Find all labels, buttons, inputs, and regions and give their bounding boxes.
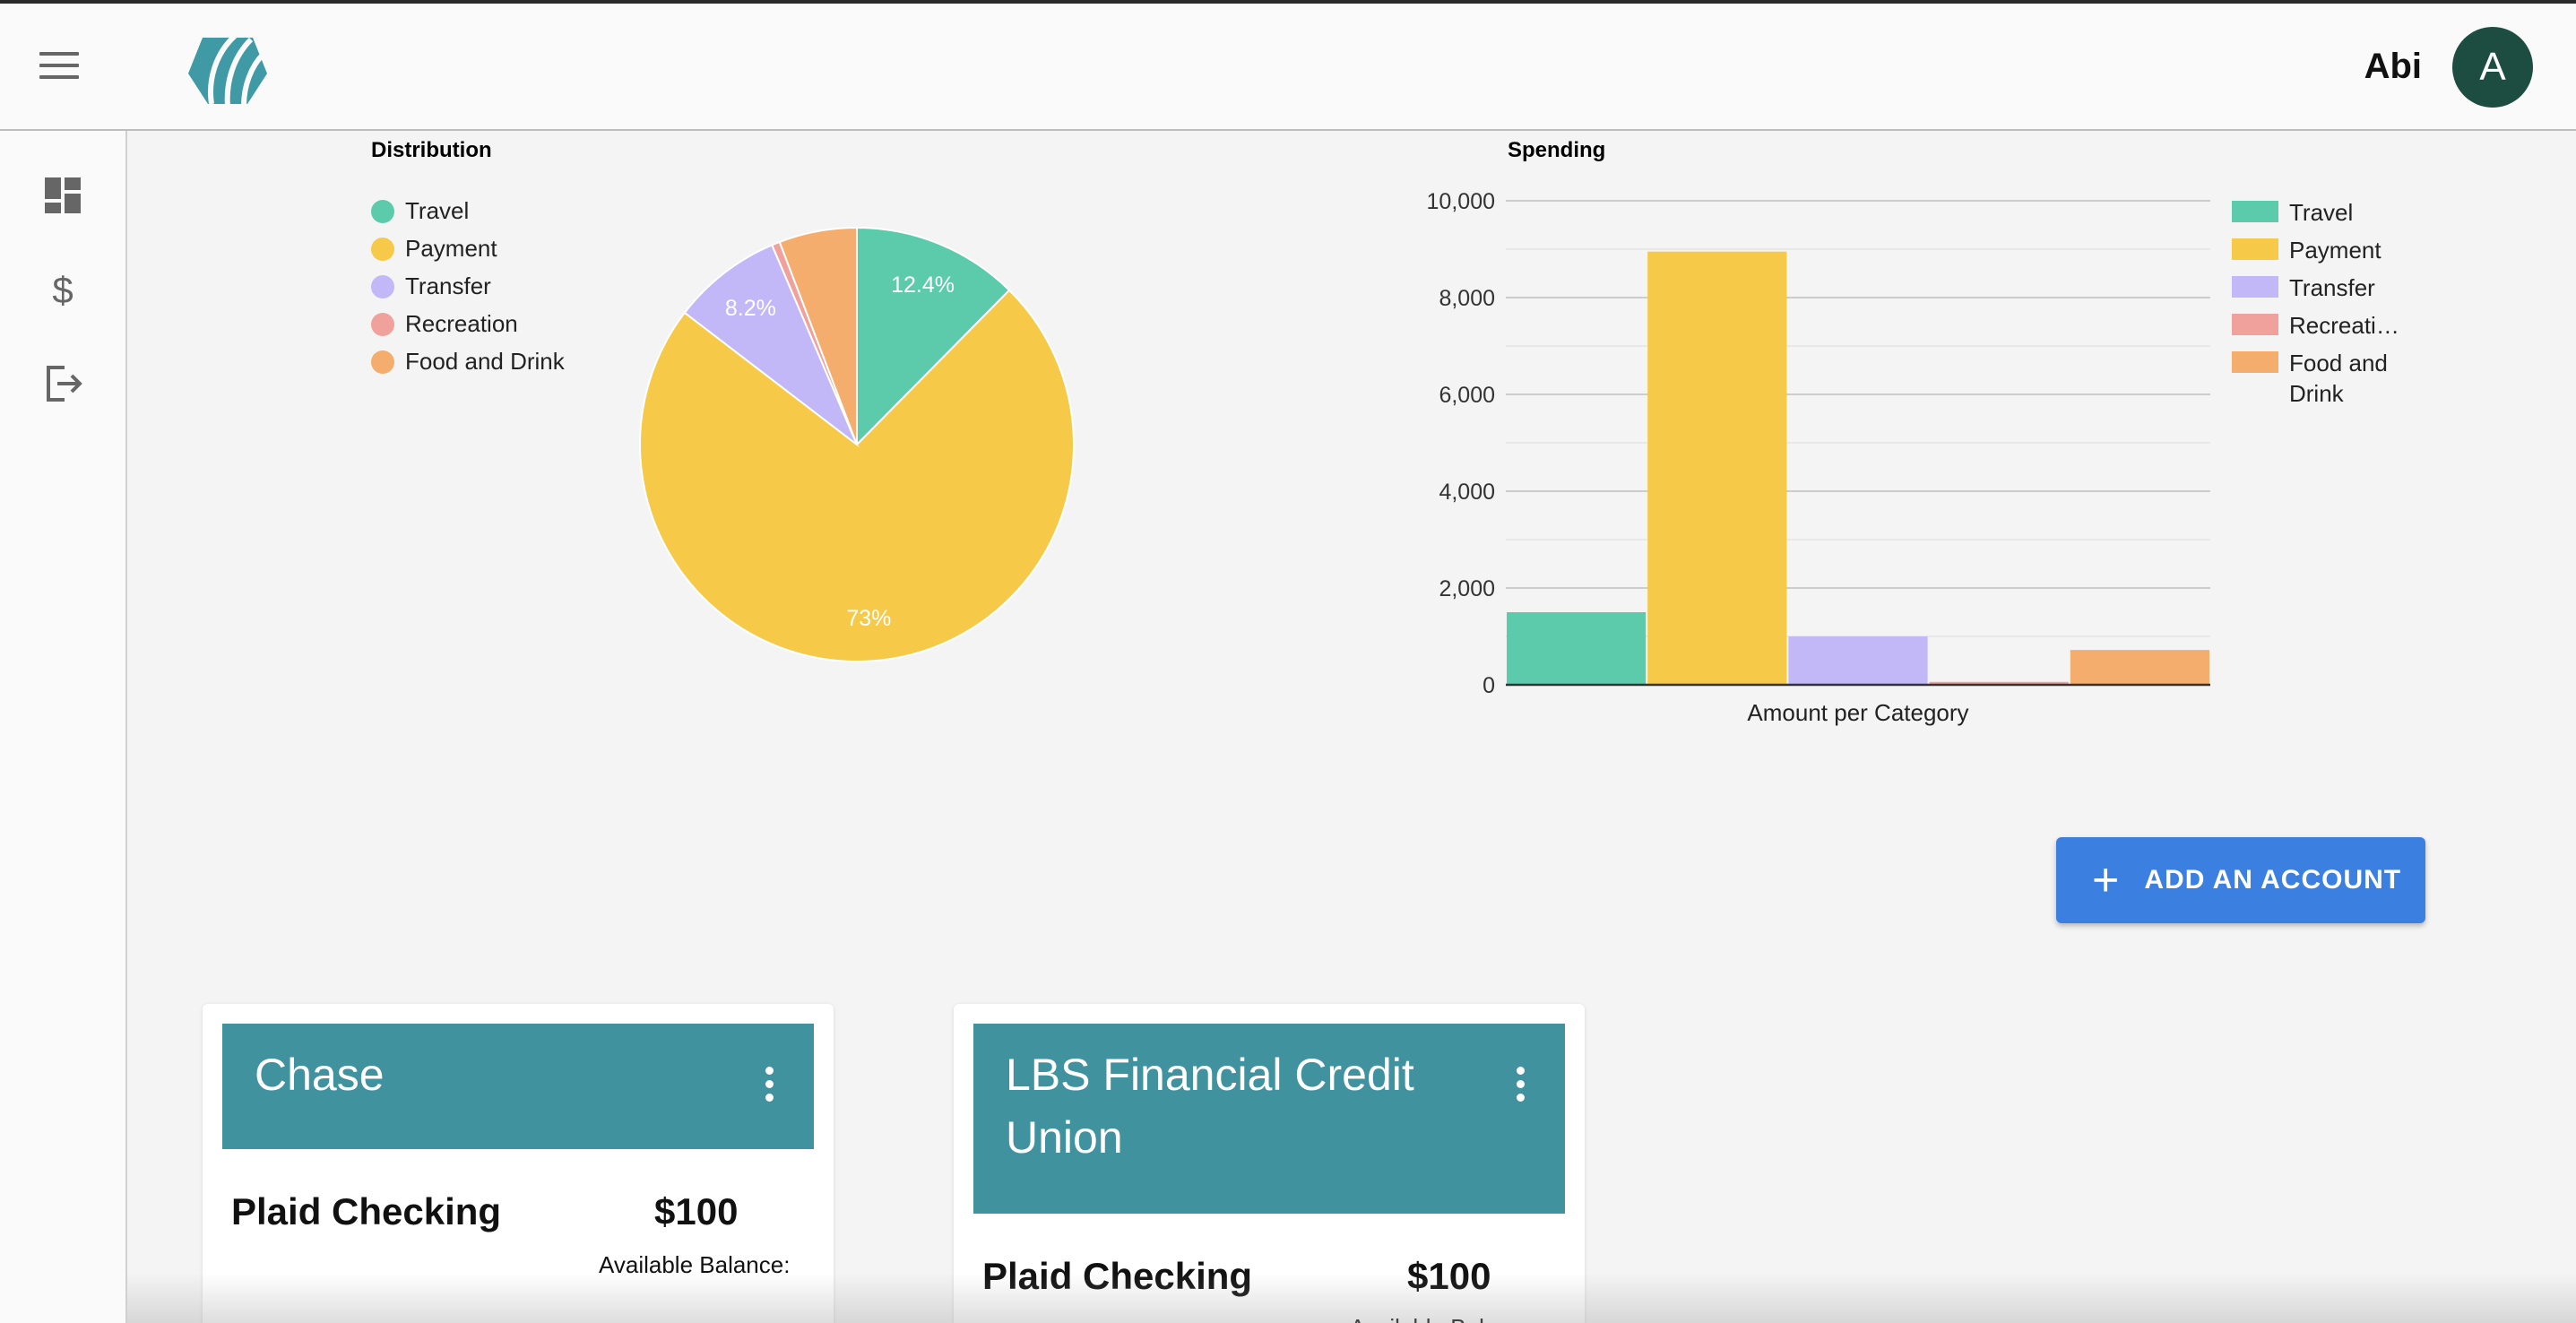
- account-name: Plaid Checking: [231, 1190, 502, 1232]
- legend-swatch: [2232, 314, 2278, 335]
- pie-legend-item-transfer[interactable]: Transfer: [371, 272, 491, 300]
- y-tick-label: 6,000: [1439, 383, 1495, 408]
- y-tick-label: 10,000: [1427, 189, 1495, 214]
- legend-swatch: [2232, 351, 2278, 373]
- svg-text:$: $: [52, 269, 73, 310]
- legend-label: Recreati…: [2289, 312, 2399, 339]
- bar-legend-item-payment[interactable]: Payment: [2232, 235, 2402, 265]
- bar-transfer[interactable]: [1788, 636, 1928, 685]
- card-header: Chase: [222, 1024, 814, 1149]
- app-logo: [188, 33, 267, 107]
- legend-label: Transfer: [405, 272, 491, 299]
- more-vert-icon[interactable]: [762, 1067, 776, 1106]
- dollar-icon[interactable]: $: [41, 267, 84, 310]
- legend-marker: [371, 274, 394, 298]
- card-header: LBS Financial Credit Union: [973, 1024, 1565, 1214]
- pie-legend-item-recreation[interactable]: Recreation: [371, 310, 518, 338]
- app-bar: Abi A: [0, 4, 2576, 131]
- pie-legend-item-food-and-drink[interactable]: Food and Drink: [371, 348, 565, 376]
- bank-name: LBS Financial Credit Union: [1006, 1050, 1414, 1163]
- y-tick-label: 8,000: [1439, 286, 1495, 311]
- y-tick-label: 2,000: [1439, 576, 1495, 601]
- user-name: Abi: [2364, 47, 2422, 86]
- legend-swatch: [2232, 201, 2278, 222]
- add-account-label: ADD AN ACCOUNT: [2144, 865, 2402, 895]
- pie-chart: 12.4% 73% 8.2%: [639, 226, 1075, 662]
- plus-icon: +: [2092, 854, 2120, 906]
- account-name: Plaid Checking: [982, 1255, 1253, 1297]
- logout-icon[interactable]: [41, 362, 84, 405]
- avatar[interactable]: A: [2452, 27, 2533, 108]
- legend-label: Payment: [2289, 237, 2382, 264]
- y-tick-label: 0: [1482, 673, 1495, 698]
- legend-swatch: [2232, 238, 2278, 260]
- legend-label: Recreation: [405, 310, 518, 337]
- pie-data-label: 73%: [846, 606, 891, 631]
- legend-label: Food and Drink: [405, 348, 565, 375]
- legend-label: Payment: [405, 235, 497, 262]
- legend-label: Travel: [2289, 199, 2354, 226]
- account-card-lbs: LBS Financial Credit Union Plaid Checkin…: [954, 1004, 1585, 1323]
- legend-marker: [371, 312, 394, 336]
- bar-legend-item-transfer[interactable]: Transfer: [2232, 272, 2402, 303]
- legend-marker: [371, 237, 394, 261]
- bar-legend-item-recreation[interactable]: Recreati…: [2232, 310, 2402, 341]
- pie-legend-item-travel[interactable]: Travel: [371, 197, 469, 225]
- dashboard-icon[interactable]: [41, 174, 84, 217]
- bar-payment[interactable]: [1647, 251, 1787, 685]
- available-balance-label: Available Balance:: [599, 1251, 791, 1278]
- y-tick-label: 4,000: [1439, 480, 1495, 505]
- pie-chart-title: Distribution: [371, 138, 492, 162]
- available-balance-label: Available Balance:: [1350, 1314, 1541, 1323]
- legend-marker: [371, 199, 394, 223]
- account-amount: $100: [1407, 1255, 1491, 1297]
- bar-chart: 0 2,000 4,000 6,000 8,000 10,000 Amount per Ca…: [1427, 189, 2210, 726]
- bar-legend-item-food-and-drink[interactable]: Food and Drink: [2232, 348, 2402, 409]
- legend-label: Food and Drink: [2289, 350, 2388, 407]
- account-card-chase: Chase Plaid Checking $100 Available Bala…: [203, 1004, 834, 1323]
- add-account-button[interactable]: + ADD AN ACCOUNT: [2056, 837, 2425, 923]
- bar-travel[interactable]: [1507, 612, 1647, 685]
- pie-data-label: 8.2%: [725, 296, 776, 321]
- bank-name: Chase: [255, 1050, 385, 1100]
- sidebar: $: [0, 131, 127, 1323]
- x-axis-label: Amount per Category: [1747, 699, 1968, 726]
- legend-marker: [371, 350, 394, 374]
- bar-chart-title: Spending: [1508, 138, 1606, 162]
- pie-data-label: 12.4%: [891, 272, 955, 298]
- legend-label: Travel: [405, 197, 470, 224]
- more-vert-icon[interactable]: [1513, 1067, 1527, 1106]
- legend-swatch: [2232, 276, 2278, 298]
- account-amount: $100: [654, 1190, 739, 1232]
- hamburger-menu-icon[interactable]: [39, 52, 79, 84]
- bar-legend-item-travel[interactable]: Travel: [2232, 197, 2402, 228]
- pie-legend-item-payment[interactable]: Payment: [371, 235, 497, 263]
- legend-label: Transfer: [2289, 274, 2375, 301]
- bar-food-and-drink[interactable]: [2070, 650, 2209, 685]
